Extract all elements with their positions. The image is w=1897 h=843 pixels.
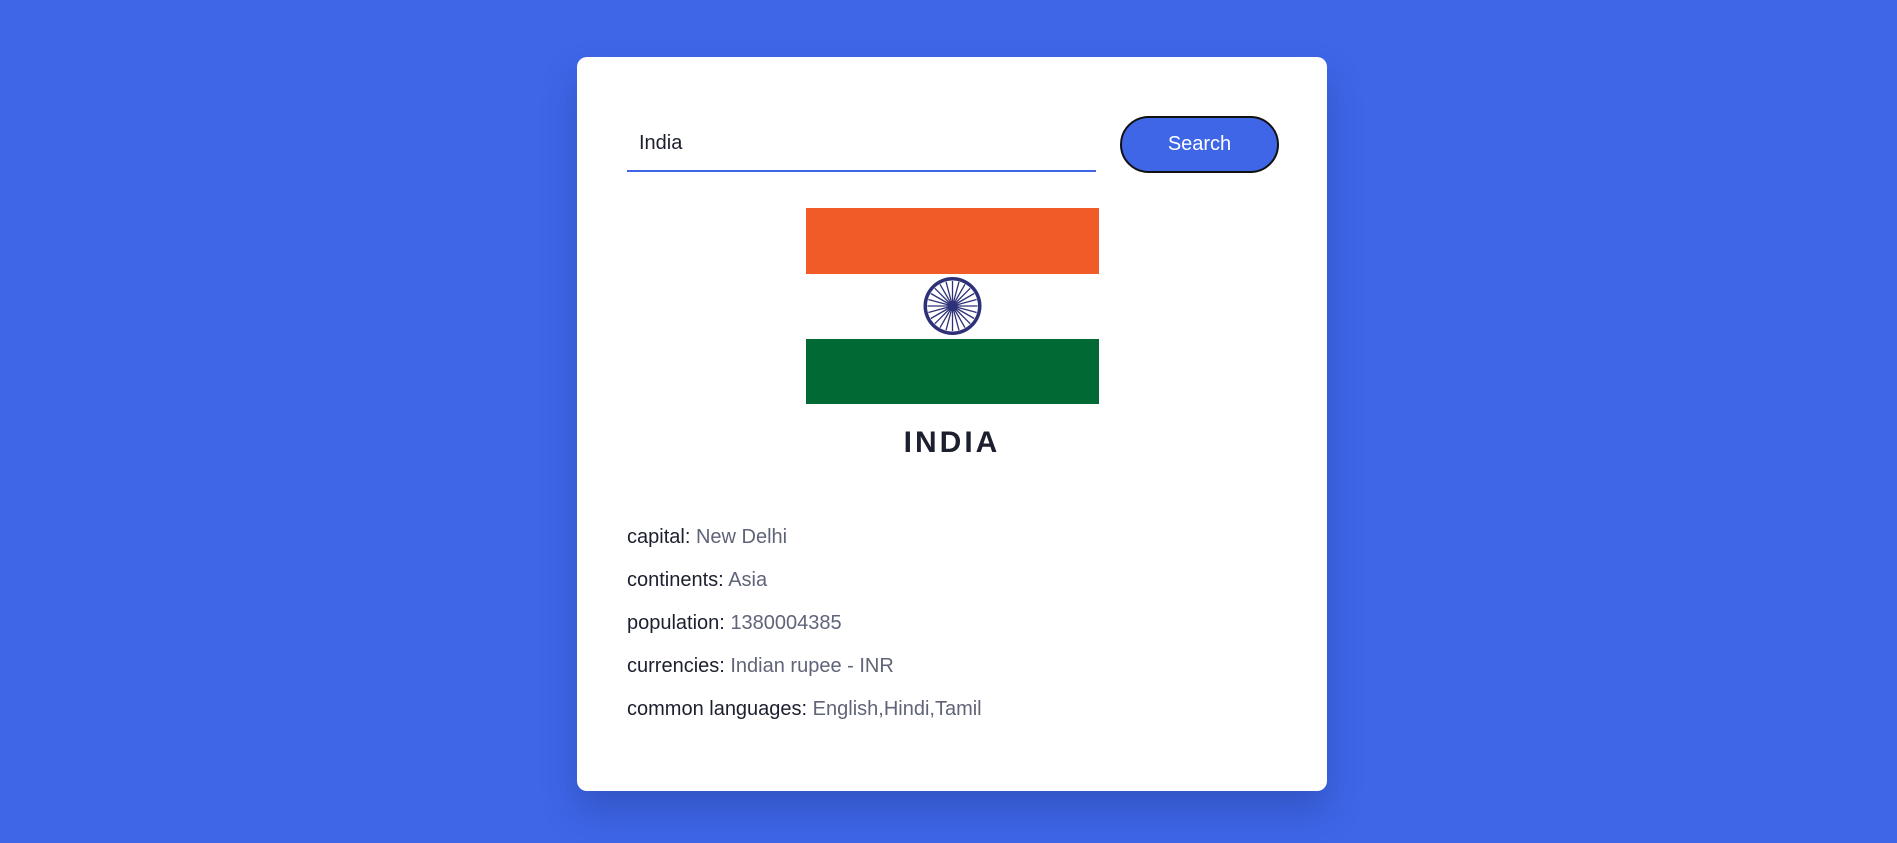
chakra-hub — [947, 301, 958, 311]
detail-continents: continents: Asia — [627, 559, 1277, 602]
detail-label: currencies: — [627, 655, 725, 677]
detail-value: New Delhi — [695, 526, 788, 548]
country-name: INDIA — [903, 426, 1001, 459]
flag-green-band — [806, 339, 1099, 404]
detail-value: Asia — [728, 569, 768, 591]
detail-languages: common languages: English,Hindi,Tamil — [627, 688, 1277, 731]
detail-label: capital: — [627, 526, 691, 548]
india-flag-icon — [806, 208, 1099, 404]
detail-value: 1380004385 — [730, 612, 842, 634]
detail-label: population: — [627, 612, 725, 634]
country-details: capital: New Delhi continents: Asia popu… — [627, 516, 1277, 731]
search-button[interactable]: Search — [1120, 116, 1279, 173]
detail-value: English,Hindi,Tamil — [812, 698, 982, 720]
flag-saffron-band — [806, 208, 1099, 274]
search-bar: Search — [627, 116, 1279, 173]
search-input[interactable] — [627, 116, 1096, 172]
detail-label: common languages: — [627, 698, 808, 720]
ashoka-chakra-icon — [923, 277, 982, 335]
detail-population: population: 1380004385 — [627, 602, 1277, 645]
detail-currencies: currencies: Indian rupee - INR — [627, 645, 1277, 688]
detail-value: Indian rupee - INR — [730, 655, 894, 677]
detail-capital: capital: New Delhi — [627, 516, 1277, 559]
country-card: Search INDIA capital: New Delhi continen… — [577, 57, 1327, 791]
detail-label: continents: — [627, 569, 724, 591]
